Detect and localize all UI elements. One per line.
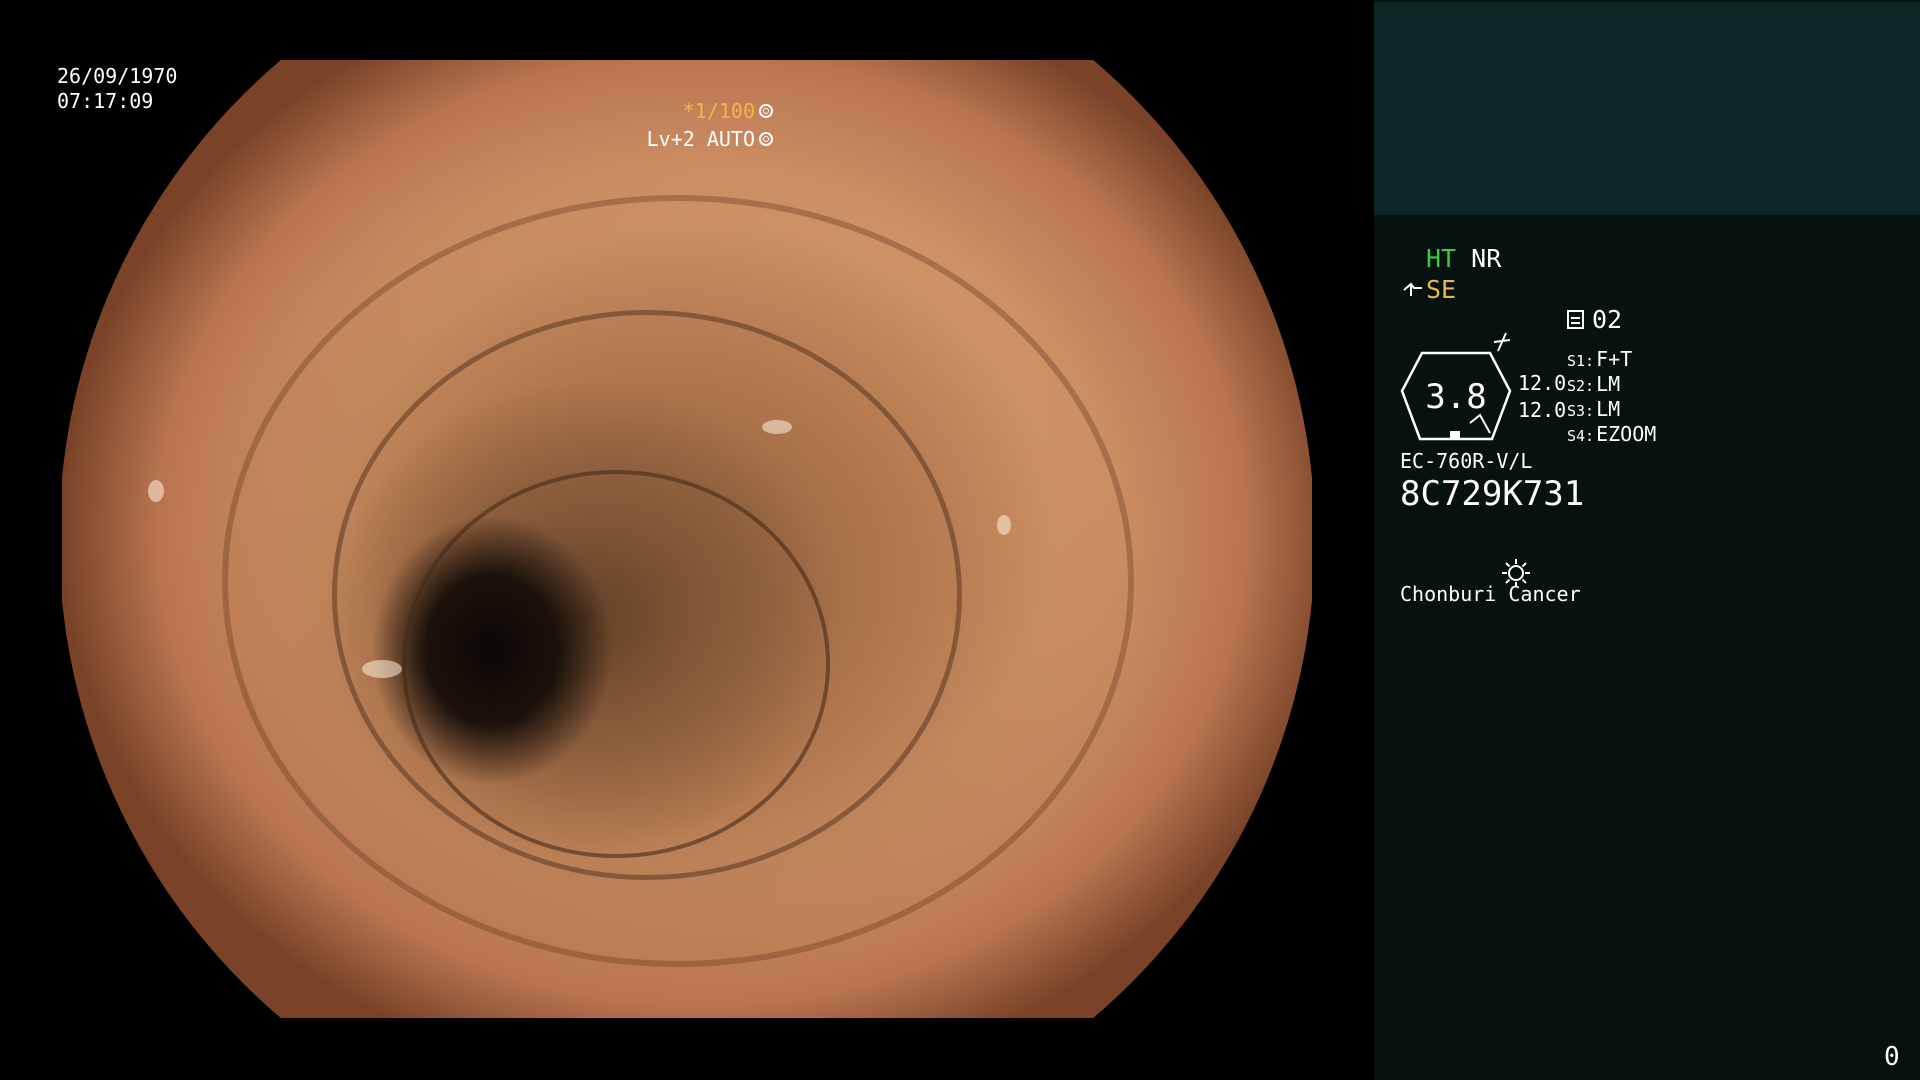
- gauge-value: 3.8: [1425, 377, 1487, 417]
- serial-number: 8C729K731: [1400, 474, 1585, 514]
- nr-label: NR: [1471, 244, 1502, 273]
- hospital-name: Chonburi Cancer: [1400, 582, 1581, 606]
- colon-endoscopy-image: [62, 60, 1312, 1018]
- info-panel-header: [1374, 2, 1920, 215]
- iris-icon: [759, 132, 773, 146]
- exam-date: 26/09/1970: [57, 64, 178, 88]
- mucosal-fold: [222, 195, 1134, 967]
- switch-assignment-s3: S3: LM: [1567, 399, 1620, 419]
- light-icon: [1400, 530, 1531, 621]
- endoscope-view: 26/09/1970 07:17:09 *1/100 Lv+2 AUTO: [0, 0, 1374, 1080]
- shutter-speed: *1/100: [683, 101, 773, 121]
- ht-label: HT: [1426, 244, 1457, 273]
- page-counter: 0: [1884, 1042, 1900, 1072]
- info-panel: HT NR SE 02 3.8 12.0 12.0 S1: F+T S2: LM…: [1374, 0, 1920, 1080]
- record-number: 02: [1592, 305, 1623, 334]
- switch-value: EZOOM: [1596, 422, 1657, 446]
- magnification-gauge: 3.8: [1400, 351, 1512, 441]
- light-reflection: [148, 480, 164, 502]
- record-counter: 02: [1567, 307, 1622, 332]
- brightness-level: Lv+2 AUTO: [647, 129, 773, 149]
- aperture-icon: [759, 104, 773, 118]
- light-reflection: [362, 660, 402, 678]
- record-icon: [1567, 310, 1584, 329]
- switch-value: F+T: [1596, 347, 1633, 371]
- scope-model: EC-760R-V/L: [1400, 449, 1533, 473]
- switch-key: S1:: [1567, 352, 1595, 370]
- structure-enhance-row: SE: [1402, 277, 1456, 302]
- switch-value: LM: [1596, 397, 1621, 421]
- switch-key: S4:: [1567, 427, 1595, 445]
- processing-mode-row: HT NR: [1426, 246, 1501, 271]
- light-reflection: [762, 420, 792, 434]
- mucosal-fold: [332, 310, 962, 880]
- exam-time: 07:17:09: [57, 89, 154, 113]
- light-reflection: [997, 515, 1011, 535]
- endoscopy-monitor: 26/09/1970 07:17:09 *1/100 Lv+2 AUTO HT …: [0, 0, 1920, 1080]
- mucosal-fold: [402, 470, 830, 858]
- shutter-value: *1/100: [682, 99, 755, 123]
- switch-assignment-s2: S2: LM: [1567, 374, 1620, 394]
- scope-tip-icon: [1403, 282, 1422, 296]
- switch-key: S2:: [1567, 377, 1595, 395]
- switch-assignment-s4: S4: EZOOM: [1567, 424, 1656, 444]
- level-value: Lv+2 AUTO: [646, 127, 755, 151]
- switch-key: S3:: [1567, 402, 1595, 420]
- switch-value: LM: [1596, 372, 1621, 396]
- se-label: SE: [1426, 275, 1457, 304]
- gauge-reading: 12.0: [1518, 398, 1567, 422]
- gauge-reading: 12.0: [1518, 371, 1567, 395]
- switch-assignment-s1: S1: F+T: [1567, 349, 1632, 369]
